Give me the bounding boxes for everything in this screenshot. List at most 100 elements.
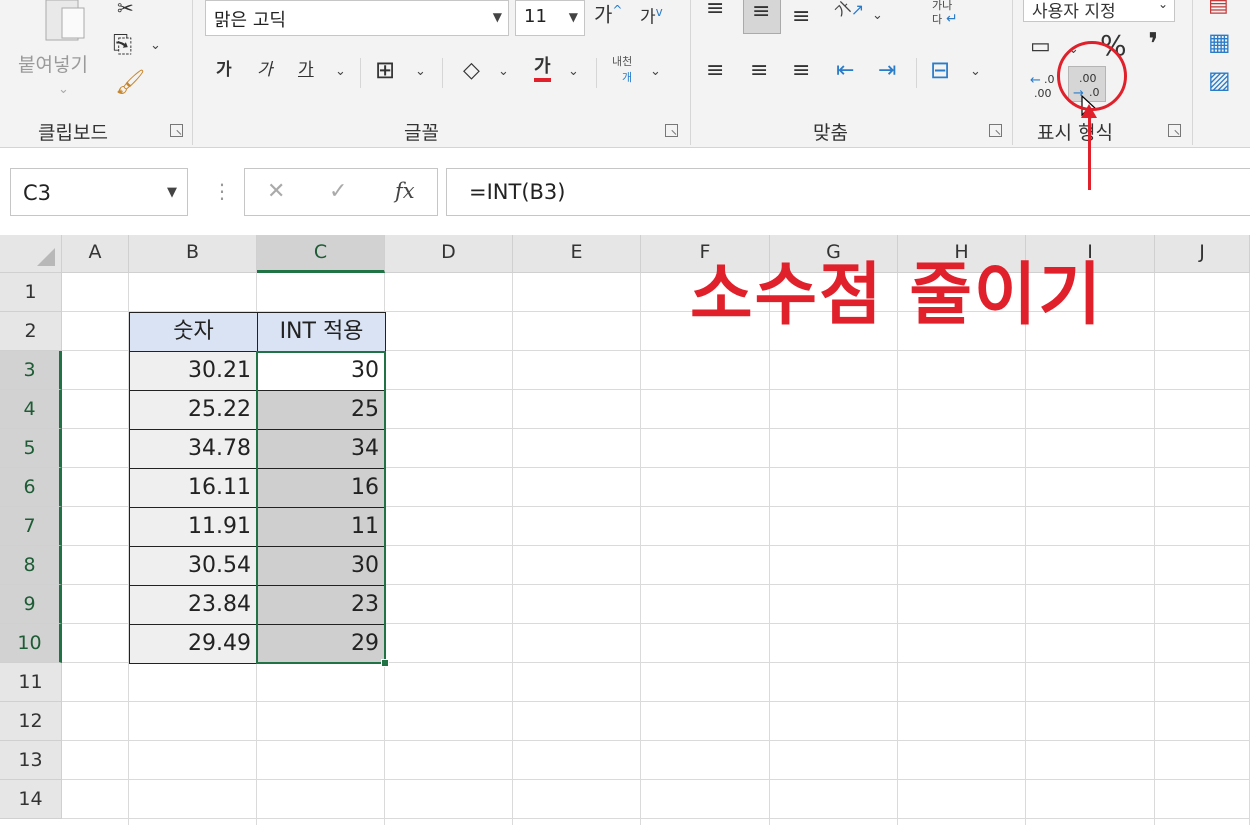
row-header-14[interactable]: 14 [0, 780, 62, 819]
italic-button[interactable]: 가 [257, 62, 273, 79]
column-header-e[interactable]: E [513, 235, 641, 273]
cell-c3[interactable]: 30 [257, 351, 386, 391]
orientation-chevron-down-icon[interactable]: ⌄ [872, 8, 883, 23]
number-group-label: 표시 형식 [1037, 122, 1113, 144]
row-header-2[interactable]: 2 [0, 312, 62, 351]
row-header-8[interactable]: 8 [0, 546, 62, 585]
decrease-indent-icon[interactable]: ⇤ [836, 60, 854, 82]
column-header-c[interactable]: C [257, 235, 385, 273]
underline-chevron-down-icon[interactable]: ⌄ [335, 64, 346, 79]
column-header-j[interactable]: J [1155, 235, 1250, 273]
borders-icon[interactable]: ⊞ [375, 58, 395, 82]
group-divider [690, 0, 691, 145]
cell-c4[interactable]: 25 [257, 390, 386, 430]
cell-styles-icon[interactable]: ▨ [1208, 68, 1231, 92]
align-middle-icon[interactable]: ≡ [743, 0, 781, 34]
cell-c7[interactable]: 11 [257, 507, 386, 547]
table-header-int[interactable]: INT 적용 [257, 312, 386, 352]
format-as-table-icon[interactable]: ▦ [1208, 30, 1231, 54]
align-left-icon[interactable]: ≡ [706, 60, 724, 82]
copy-chevron-down-icon[interactable]: ⌄ [150, 38, 161, 53]
cell-b6[interactable]: 16.11 [129, 468, 258, 508]
row-header-13[interactable]: 13 [0, 741, 62, 780]
comma-style-button[interactable]: ❜ [1148, 30, 1158, 60]
format-painter-icon[interactable]: 🖌 [115, 70, 145, 94]
orientation-button[interactable]: 가↗ [831, 0, 864, 22]
cell-c8[interactable]: 30 [257, 546, 386, 586]
fill-color-chevron-down-icon[interactable]: ⌄ [498, 64, 509, 79]
gridline [897, 273, 898, 825]
row-header-1[interactable]: 1 [0, 273, 62, 312]
grow-font-button[interactable]: 가^ [594, 4, 622, 25]
align-center-icon[interactable]: ≡ [750, 60, 768, 82]
clipboard-launcher-icon[interactable] [170, 124, 183, 137]
phonetic-chevron-down-icon[interactable]: ⌄ [650, 64, 661, 79]
cell-c5[interactable]: 34 [257, 429, 386, 469]
cell-b9[interactable]: 23.84 [129, 585, 258, 625]
row-header-5[interactable]: 5 [0, 429, 62, 468]
insert-function-button[interactable]: fx [395, 179, 415, 203]
column-header-a[interactable]: A [62, 235, 129, 273]
divider [360, 58, 361, 88]
number-launcher-icon[interactable] [1168, 124, 1181, 137]
merge-chevron-down-icon[interactable]: ⌄ [970, 64, 981, 79]
fill-handle[interactable] [381, 659, 389, 667]
accounting-format-icon[interactable]: ▭ [1030, 36, 1051, 58]
cell-b10[interactable]: 29.49 [129, 624, 258, 664]
cell-c9[interactable]: 23 [257, 585, 386, 625]
shrink-font-button[interactable]: 가v [640, 6, 663, 27]
enter-icon[interactable]: ✓ [329, 179, 347, 204]
font-size-select[interactable]: 11 ▼ [515, 0, 585, 36]
alignment-group-label: 맞춤 [813, 122, 848, 144]
formula-input[interactable]: =INT(B3) [446, 168, 1250, 216]
cell-c10[interactable]: 29 [257, 624, 386, 664]
font-color-button[interactable]: 가 [534, 58, 551, 82]
cell-b5[interactable]: 34.78 [129, 429, 258, 469]
row-header-12[interactable]: 12 [0, 702, 62, 741]
select-all-corner[interactable] [0, 235, 62, 273]
cell-b7[interactable]: 11.91 [129, 507, 258, 547]
row-header-7[interactable]: 7 [0, 507, 62, 546]
merge-center-icon[interactable]: ⊟ [930, 58, 950, 82]
cut-icon[interactable]: ✂ [117, 0, 134, 18]
align-bottom-icon[interactable]: ≡ [792, 6, 810, 28]
conditional-format-icon[interactable]: ▤ [1208, 0, 1229, 16]
copy-icon[interactable]: ⎘ [113, 32, 132, 56]
font-size-chevron-down-icon: ▼ [568, 10, 578, 24]
number-format-select[interactable]: 사용자 지정 ⌄ [1023, 0, 1175, 22]
row-header-9[interactable]: 9 [0, 585, 62, 624]
increase-indent-icon[interactable]: ⇥ [878, 60, 896, 82]
column-header-b[interactable]: B [129, 235, 257, 273]
gridline [640, 273, 641, 825]
underline-button[interactable]: 가 [298, 62, 314, 79]
font-name-select[interactable]: 맑은 고딕 ▼ [205, 0, 509, 36]
font-color-chevron-down-icon[interactable]: ⌄ [568, 64, 579, 79]
row-header-11[interactable]: 11 [0, 663, 62, 702]
fill-color-icon[interactable]: ◇ [463, 60, 480, 82]
highlight-circle [1057, 41, 1127, 111]
font-launcher-icon[interactable] [665, 124, 678, 137]
wrap-top-label: 가나 [932, 0, 953, 12]
bold-button[interactable]: 가 [216, 62, 232, 79]
align-right-icon[interactable]: ≡ [792, 60, 810, 82]
row-header-3[interactable]: 3 [0, 351, 62, 390]
align-top-icon[interactable]: ≡ [706, 0, 724, 20]
cell-b8[interactable]: 30.54 [129, 546, 258, 586]
cell-b4[interactable]: 25.22 [129, 390, 258, 430]
table-header-numbers[interactable]: 숫자 [129, 312, 258, 352]
cell-c6[interactable]: 16 [257, 468, 386, 508]
left-arrow-icon: ← [1030, 73, 1041, 88]
row-header-4[interactable]: 4 [0, 390, 62, 429]
cell-b3[interactable]: 30.21 [129, 351, 258, 391]
divider [596, 58, 597, 88]
alignment-launcher-icon[interactable] [989, 124, 1002, 137]
name-box[interactable]: C3 ▼ [10, 168, 188, 216]
paste-label: 붙여넣기 [18, 54, 88, 76]
cancel-icon[interactable]: ✕ [267, 179, 285, 204]
row-header-10[interactable]: 10 [0, 624, 62, 663]
borders-chevron-down-icon[interactable]: ⌄ [415, 64, 426, 79]
column-header-d[interactable]: D [385, 235, 513, 273]
number-format-value: 사용자 지정 [1032, 2, 1116, 22]
row-header-6[interactable]: 6 [0, 468, 62, 507]
formula-bar-grip-icon[interactable]: ⋮ [212, 179, 232, 203]
